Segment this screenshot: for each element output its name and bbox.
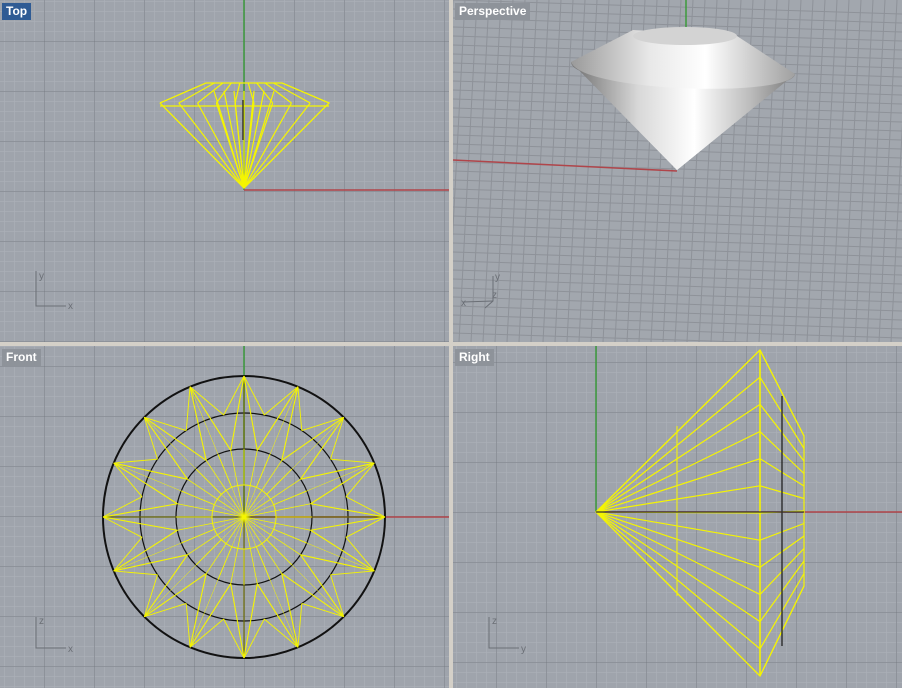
gem-wireframe-right[interactable] <box>595 348 805 678</box>
axis-indicator: z y <box>488 616 526 655</box>
viewport-label-top[interactable]: Top <box>2 3 32 20</box>
svg-text:y: y <box>39 271 44 282</box>
viewport-label-right[interactable]: Right <box>455 349 494 366</box>
gem-wireframe-front[interactable] <box>102 375 386 659</box>
svg-text:z: z <box>492 616 497 627</box>
axis-indicator: y z x <box>461 272 500 309</box>
svg-text:z: z <box>39 616 44 627</box>
viewport-label-perspective[interactable]: Perspective <box>455 3 531 20</box>
svg-text:z: z <box>492 290 497 301</box>
front-view-canvas: z x <box>35 346 449 659</box>
axis-indicator: z x <box>35 616 73 655</box>
svg-text:y: y <box>521 644 526 655</box>
svg-text:x: x <box>68 301 73 312</box>
perspective-view-canvas: y z x <box>453 0 902 342</box>
right-view-canvas: z y <box>488 346 902 678</box>
viewport-label-front[interactable]: Front <box>2 349 41 366</box>
viewport-top[interactable]: y x Top <box>0 0 449 342</box>
top-view-canvas: y x <box>35 0 449 312</box>
svg-text:x: x <box>68 644 73 655</box>
svg-text:x: x <box>461 298 466 309</box>
gem-wireframe-top[interactable] <box>159 82 331 189</box>
viewport-perspective[interactable]: y z x Perspective <box>453 0 902 342</box>
viewport-right[interactable]: z y Right <box>453 346 902 688</box>
viewport-splitter-horizontal[interactable] <box>0 342 902 346</box>
svg-text:y: y <box>495 272 500 283</box>
viewport-front[interactable]: z x Front <box>0 346 449 688</box>
x-axis-line <box>453 159 678 172</box>
axis-indicator: y x <box>35 271 73 312</box>
